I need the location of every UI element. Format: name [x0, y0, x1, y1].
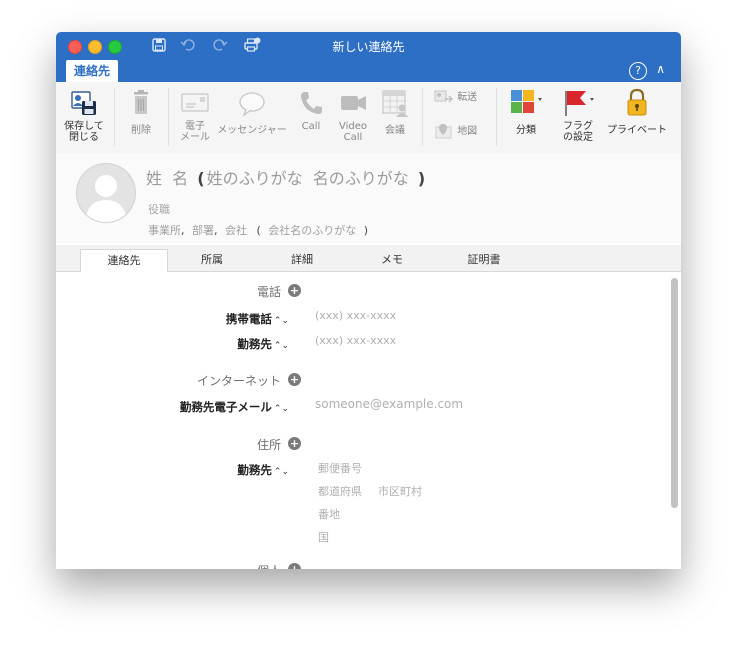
tab-details[interactable]: 詳細	[262, 249, 342, 271]
delete-label: 削除	[131, 125, 151, 136]
tab-contact-ribbon[interactable]: 連絡先	[66, 60, 119, 82]
categorize-button[interactable]: 分類	[504, 88, 548, 136]
person-avatar-icon	[85, 175, 127, 222]
ribbon-separator	[496, 88, 497, 146]
contact-form: 電話 + 携帯電話 ⌃⌄ (xxx) xxx-xxxx 勤務先 ⌃⌄ (xxx) x…	[56, 272, 668, 569]
flag-icon	[565, 91, 594, 116]
forward-contact-icon	[434, 90, 453, 103]
tab-contact[interactable]: 連絡先	[80, 249, 168, 272]
company-furigana-field[interactable]: 会社名のふりがな	[268, 224, 356, 237]
categorize-icon	[511, 90, 542, 113]
call-button[interactable]: Call	[294, 88, 328, 132]
updown-icon: ⌃⌄	[273, 404, 289, 414]
phone-section-title: 電話	[256, 285, 281, 299]
collapse-ribbon-icon[interactable]: ∧	[656, 62, 665, 76]
contact-photo[interactable]	[76, 163, 136, 223]
job-title-field[interactable]: 役職	[148, 201, 170, 217]
work-email-input[interactable]: someone@example.com	[315, 397, 463, 411]
open-paren: (	[256, 224, 261, 237]
company-field[interactable]: 会社	[225, 224, 247, 237]
street-input[interactable]: 番地	[318, 506, 340, 522]
work-phone-input[interactable]: (xxx) xxx-xxxx	[315, 334, 396, 347]
updown-icon: ⌃⌄	[273, 467, 289, 477]
calendar-meeting-icon	[382, 90, 408, 117]
work-phone-label[interactable]: 勤務先 ⌃⌄	[237, 336, 289, 352]
department-field[interactable]: 部署	[192, 224, 214, 237]
country-input[interactable]: 国	[318, 529, 329, 545]
help-icon[interactable]: ?	[629, 62, 647, 80]
lock-icon	[627, 88, 647, 116]
meeting-label: 会議	[385, 125, 405, 136]
comma: ,	[181, 224, 185, 237]
chat-bubble-icon	[239, 92, 265, 117]
save-close-icon	[71, 91, 96, 115]
video-call-button[interactable]: Video Call	[334, 88, 372, 143]
postal-code-input[interactable]: 郵便番号	[318, 460, 362, 476]
private-button[interactable]: プライベート	[604, 88, 670, 136]
personal-section-title: 個人	[257, 562, 281, 569]
trash-icon	[134, 90, 148, 114]
ribbon-separator	[422, 88, 423, 146]
internet-section-title: インターネット	[196, 374, 281, 388]
categorize-label: 分類	[516, 125, 536, 136]
work-address-label[interactable]: 勤務先 ⌃⌄	[237, 462, 289, 478]
email-label: 電子 メール	[180, 121, 210, 143]
map-pin-icon	[435, 124, 452, 139]
furigana-placeholder[interactable]: 姓のふりがな 名のふりがな	[207, 169, 409, 188]
add-address-icon[interactable]: +	[288, 437, 301, 450]
add-phone-icon[interactable]: +	[288, 284, 301, 297]
tab-affiliation[interactable]: 所属	[174, 249, 250, 271]
save-close-button[interactable]: 保存して 閉じる	[64, 88, 104, 143]
organization-line: 事業所, 部署, 会社 ( 会社名のふりがな )	[148, 222, 368, 238]
open-paren: (	[197, 169, 205, 188]
messenger-button[interactable]: メッセンジャー	[216, 88, 288, 136]
work-email-label[interactable]: 勤務先電子メール ⌃⌄	[180, 399, 289, 415]
mobile-phone-label[interactable]: 携帯電話 ⌃⌄	[226, 311, 289, 327]
private-label: プライベート	[607, 125, 667, 136]
office-field[interactable]: 事業所	[148, 224, 181, 237]
updown-icon: ⌃⌄	[273, 316, 289, 326]
contact-tabs: 連絡先 所属 詳細 メモ 証明書	[56, 245, 681, 272]
vertical-scrollbar[interactable]	[671, 278, 678, 508]
flag-button[interactable]: フラグ の設定	[556, 88, 600, 143]
tab-certificates[interactable]: 証明書	[444, 249, 524, 271]
email-icon	[181, 93, 209, 112]
title-bar: 新しい連絡先 連絡先 ? ∧	[56, 32, 681, 82]
tab-notes[interactable]: メモ	[352, 249, 432, 271]
ribbon-separator	[114, 88, 115, 146]
window-title: 新しい連絡先	[332, 40, 405, 54]
prefecture-input[interactable]: 都道府県	[318, 483, 362, 499]
video-call-label: Video Call	[338, 121, 368, 143]
call-label: Call	[301, 121, 321, 132]
map-label: 地図	[457, 126, 478, 137]
name-field[interactable]: 姓 名 (姓のふりがな 名のふりがな )	[146, 165, 425, 189]
ribbon-separator	[168, 88, 169, 146]
add-personal-icon[interactable]: +	[288, 563, 301, 569]
email-button[interactable]: 電子 メール	[176, 88, 214, 143]
mobile-phone-input[interactable]: (xxx) xxx-xxxx	[315, 309, 396, 322]
messenger-label: メッセンジャー	[217, 125, 287, 136]
contact-header: 姓 名 (姓のふりがな 名のふりがな ) 役職 事業所, 部署, 会社 ( 会社…	[56, 153, 681, 243]
address-section-title: 住所	[256, 438, 281, 452]
city-input[interactable]: 市区町村	[378, 483, 422, 499]
map-button[interactable]: 地図	[434, 122, 494, 139]
forward-button[interactable]: 転送	[434, 88, 494, 105]
updown-icon: ⌃⌄	[273, 341, 289, 351]
forward-label: 転送	[457, 92, 478, 103]
phone-icon	[301, 92, 322, 114]
delete-button[interactable]: 削除	[124, 88, 158, 136]
flag-label: フラグ の設定	[563, 121, 593, 143]
close-paren: )	[363, 224, 369, 237]
name-placeholder: 姓 名	[146, 169, 189, 188]
add-internet-icon[interactable]: +	[288, 373, 301, 386]
video-camera-icon	[341, 96, 366, 110]
save-close-label: 保存して 閉じる	[64, 121, 104, 143]
meeting-button[interactable]: 会議	[378, 88, 412, 136]
close-paren: )	[417, 169, 426, 188]
comma: ,	[214, 224, 218, 237]
contact-window: 新しい連絡先 連絡先 ? ∧ 保存して 閉じる 削除 電子 メール メッセンジャ…	[56, 32, 681, 569]
ribbon-toolbar: 保存して 閉じる 削除 電子 メール メッセンジャー Call Video Ca…	[56, 82, 681, 154]
